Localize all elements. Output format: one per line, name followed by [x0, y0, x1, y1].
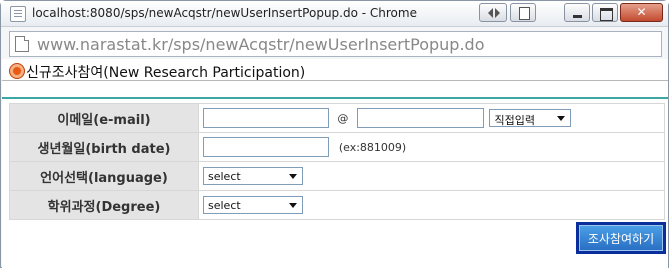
birth-date-input[interactable]	[203, 137, 329, 157]
page-icon	[10, 6, 26, 22]
degree-row: 학위과정(Degree) select	[9, 190, 665, 220]
chevron-down-icon	[557, 116, 566, 121]
chevron-down-icon	[289, 174, 297, 179]
page-menu-icon[interactable]	[510, 3, 536, 22]
degree-select[interactable]: select	[203, 196, 303, 214]
email-cell: @ 직접입력	[198, 103, 665, 133]
language-select-value: select	[208, 170, 241, 183]
divider	[2, 80, 668, 81]
signup-form: 이메일(e-mail) @ 직접입력 생년월일(birth date) (ex:…	[9, 103, 665, 220]
page-title: 신규조사참여(New Research Participation)	[10, 62, 305, 82]
at-sign: @	[337, 111, 349, 125]
language-cell: select	[198, 161, 665, 191]
language-select[interactable]: select	[203, 167, 303, 185]
browser-window: localhost:8080/sps/newAcqstr/newUserInse…	[0, 0, 669, 268]
birth-cell: (ex:881009)	[198, 132, 665, 162]
language-row: 언어선택(language) select	[9, 161, 665, 191]
email-label: 이메일(e-mail)	[9, 103, 199, 133]
birth-row: 생년월일(birth date) (ex:881009)	[9, 132, 665, 162]
arrows-icon[interactable]	[479, 3, 507, 22]
maximize-button[interactable]	[592, 3, 618, 22]
email-local-input[interactable]	[203, 108, 329, 128]
degree-select-value: select	[208, 199, 241, 212]
degree-cell: select	[198, 190, 665, 220]
close-button[interactable]	[620, 3, 663, 22]
divider-accent	[2, 97, 668, 99]
chevron-down-icon	[289, 203, 297, 208]
submit-focus-frame: 조사참여하기	[576, 222, 666, 254]
email-domain-input[interactable]	[356, 108, 484, 128]
email-domain-select-value: 직접입력	[494, 114, 535, 127]
url-text[interactable]: www.narastat.kr/sps/newAcqstr/newUserIns…	[37, 35, 484, 54]
degree-label: 학위과정(Degree)	[9, 190, 199, 220]
window-title: localhost:8080/sps/newAcqstr/newUserInse…	[32, 6, 417, 20]
document-icon	[15, 36, 29, 52]
birth-label: 생년월일(birth date)	[9, 132, 199, 162]
email-row: 이메일(e-mail) @ 직접입력	[9, 103, 665, 133]
email-domain-select[interactable]: 직접입력	[489, 109, 572, 127]
language-label: 언어선택(language)	[9, 161, 199, 191]
address-bar[interactable]: www.narastat.kr/sps/newAcqstr/newUserIns…	[9, 31, 662, 57]
title-bar: localhost:8080/sps/newAcqstr/newUserInse…	[1, 1, 668, 27]
page-title-text: 신규조사참여(New Research Participation)	[26, 65, 306, 81]
participate-button[interactable]: 조사참여하기	[579, 225, 663, 251]
page-content: 신규조사참여(New Research Participation) 이메일(e…	[2, 59, 668, 268]
birth-hint: (ex:881009)	[338, 140, 407, 154]
bullet-icon	[10, 64, 24, 78]
minimize-button[interactable]	[564, 3, 590, 22]
